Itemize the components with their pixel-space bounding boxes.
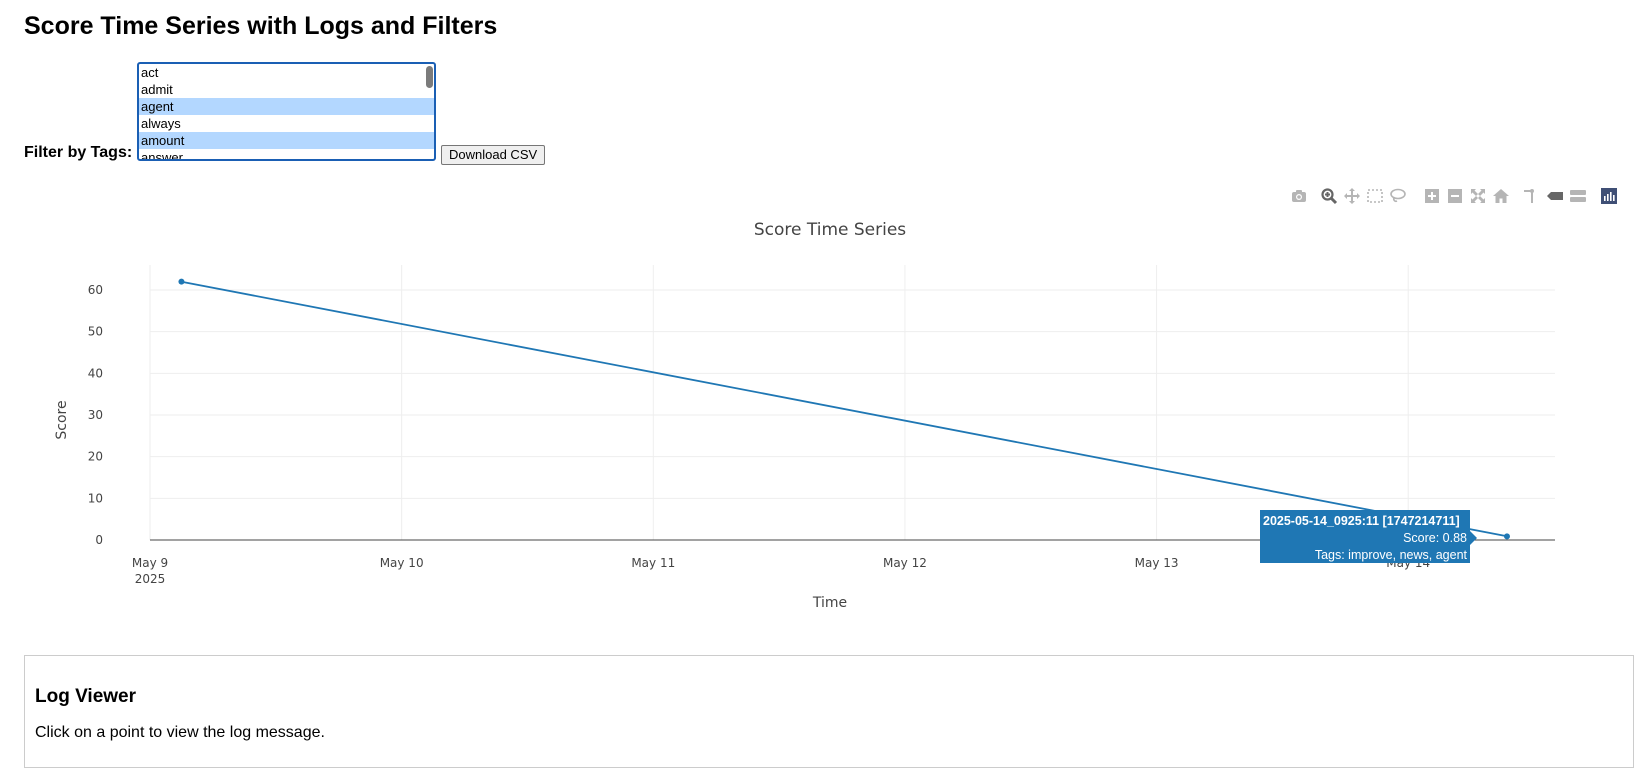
log-viewer-heading: Log Viewer <box>35 686 137 707</box>
lasso-select-icon[interactable] <box>1389 187 1407 205</box>
autoscale-icon[interactable] <box>1469 187 1487 205</box>
chart-title: Score Time Series <box>754 220 906 240</box>
x-tick-label: May 11 <box>631 556 675 570</box>
spike-lines-icon[interactable] <box>1522 187 1540 205</box>
y-tick-label: 20 <box>88 450 103 464</box>
data-point[interactable] <box>178 278 185 285</box>
data-point[interactable] <box>1503 533 1510 540</box>
filter-row: Filter by Tags: act admit agent always a… <box>24 62 624 166</box>
tag-option[interactable]: amount <box>139 132 434 149</box>
filter-label: Filter by Tags: <box>24 144 133 161</box>
zoom-icon[interactable] <box>1320 187 1338 205</box>
hover-tooltip: 2025-05-14_0925:11 [1747214711] Score: 0… <box>1260 510 1477 563</box>
x-tick-label: May 13 <box>1135 556 1179 570</box>
tag-option[interactable]: always <box>139 115 434 132</box>
x-tick-label: 2025 <box>135 572 166 586</box>
y-tick-label: 50 <box>88 325 103 339</box>
y-tick-label: 30 <box>88 408 103 422</box>
hover-closest-icon[interactable] <box>1546 187 1564 205</box>
plot-modebar <box>1290 187 1640 207</box>
reset-axes-icon[interactable] <box>1492 187 1510 205</box>
download-csv-button[interactable]: Download CSV <box>441 145 546 165</box>
hover-tooltip-title: 2025-05-14_0925:11 [1747214711] <box>1263 514 1460 528</box>
chart-gridlines <box>149 265 1555 540</box>
y-tick-label: 40 <box>88 366 103 380</box>
tag-option[interactable]: answer <box>139 149 434 159</box>
y-tick-label: 10 <box>88 491 103 505</box>
tag-option[interactable]: act <box>139 64 434 81</box>
y-tick-label: 0 <box>95 533 103 547</box>
hover-compare-icon[interactable] <box>1569 187 1587 205</box>
hover-tooltip-pointer <box>1470 531 1477 545</box>
y-axis-title: Score <box>54 400 70 439</box>
x-tick-label: May 9 <box>132 556 168 570</box>
pan-icon[interactable] <box>1343 187 1361 205</box>
tag-multiselect[interactable]: act admit agent always amount answer <box>137 62 436 161</box>
hover-tooltip-tags: Tags: improve, news, agent <box>1315 548 1468 562</box>
zoom-out-icon[interactable] <box>1446 187 1464 205</box>
tag-option[interactable]: admit <box>139 81 434 98</box>
tag-option[interactable]: agent <box>139 98 434 115</box>
zoom-in-icon[interactable] <box>1423 187 1441 205</box>
x-tick-label: May 10 <box>380 556 424 570</box>
y-tick-label: 60 <box>88 283 103 297</box>
page-title: Score Time Series with Logs and Filters <box>24 12 498 40</box>
hover-tooltip-score: Score: 0.88 <box>1403 531 1467 545</box>
box-select-icon[interactable] <box>1366 187 1384 205</box>
log-viewer-message: Click on a point to view the log message… <box>35 724 325 741</box>
x-axis-title: Time <box>812 595 847 611</box>
log-viewer-panel: Log Viewer Click on a point to view the … <box>24 655 1634 768</box>
score-chart[interactable]: Score Time Series 0 10 20 30 40 50 60 May 9 2025… <box>0 205 1650 625</box>
plotly-logo-icon[interactable] <box>1600 187 1618 205</box>
chart-series[interactable] <box>178 278 1510 540</box>
x-tick-label: May 12 <box>883 556 927 570</box>
tag-list-scrollbar[interactable] <box>426 66 433 88</box>
camera-icon[interactable] <box>1290 187 1308 205</box>
